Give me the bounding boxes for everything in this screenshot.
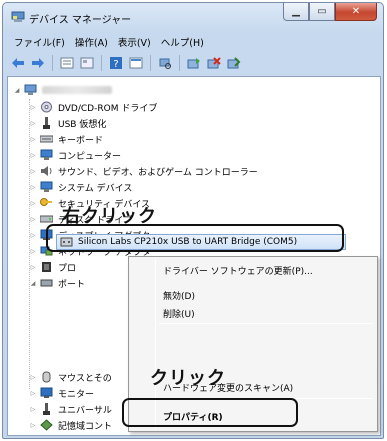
caption-buttons: ▁ ▭ ✕	[283, 3, 377, 21]
tree-item-usb-virtualization[interactable]: ▷ USB 仮想化	[29, 115, 106, 131]
expand-arrow-icon[interactable]: ▷	[29, 374, 37, 381]
expand-arrow-icon[interactable]: ▷	[29, 248, 37, 255]
click-highlight-ring	[122, 398, 298, 427]
toolbar-separator	[179, 55, 180, 71]
device-view-icon[interactable]	[127, 54, 145, 72]
usb-controller-icon	[40, 403, 53, 415]
tree-item-keyboard[interactable]: ▷ キーボード	[29, 131, 103, 147]
tree-item-usb-controllers[interactable]: ▷ ユニバーサル	[29, 401, 112, 417]
security-device-icon	[40, 197, 53, 209]
menu-item-update-driver[interactable]: ドライバー ソフトウェアの更新(P)...	[163, 264, 313, 277]
maximize-button[interactable]: ▭	[309, 3, 335, 21]
close-button[interactable]: ✕	[335, 3, 377, 21]
tree-item-label: コンピューター	[58, 151, 122, 162]
expand-arrow-icon[interactable]: ▷	[29, 184, 37, 191]
sound-icon	[40, 165, 53, 177]
disable-icon[interactable]	[225, 54, 243, 72]
tree-item-computer[interactable]: ▷ コンピューター	[29, 147, 121, 163]
minimize-button[interactable]: ▁	[283, 3, 309, 21]
tree-item-label: プロ	[58, 263, 77, 274]
menu-item-disable[interactable]: 無効(D)	[163, 289, 195, 302]
menu-file[interactable]: ファイル(F)	[9, 35, 70, 49]
tree-item-label: キーボード	[58, 135, 104, 146]
help-icon[interactable]: ?	[107, 54, 125, 72]
toolbar-separator	[150, 55, 151, 71]
expand-arrow-icon[interactable]: ▷	[29, 120, 37, 127]
window-title: デバイス マネージャー	[29, 15, 132, 26]
expand-arrow-icon[interactable]: ▷	[29, 216, 37, 223]
dvd-drive-icon	[40, 101, 53, 113]
tree-item-label: システム デバイス	[58, 183, 133, 194]
computer-name	[42, 86, 112, 94]
tree-item-monitors[interactable]: ▷ モニター	[29, 385, 94, 401]
tree-item-storage-controllers[interactable]: ▷ 記憶域コント	[29, 417, 112, 433]
monitor-icon	[40, 387, 53, 399]
expand-arrow-icon[interactable]: ▷	[29, 422, 37, 429]
mouse-icon	[40, 371, 53, 383]
show-hidden-icon[interactable]	[78, 54, 96, 72]
update-driver-icon[interactable]	[185, 54, 203, 72]
system-device-icon	[40, 181, 53, 193]
storage-controller-icon	[40, 419, 53, 431]
keyboard-icon	[39, 133, 54, 145]
tree-item-label: DVD/CD-ROM ドライブ	[58, 103, 158, 114]
expand-arrow-icon[interactable]: ▷	[29, 168, 37, 175]
tree-item-sound[interactable]: ▷ サウンド、ビデオ、およびゲーム コントローラー	[29, 163, 258, 179]
expand-arrow-icon[interactable]: ▷	[29, 200, 37, 207]
device-manager-icon	[11, 11, 25, 23]
expand-arrow-icon[interactable]: ▷	[29, 264, 37, 271]
tree-item-processors[interactable]: ▷ プロ	[29, 259, 76, 275]
computer-icon	[40, 149, 53, 161]
computer-icon	[24, 84, 37, 96]
menu-action[interactable]: 操作(A)	[70, 35, 113, 49]
right-click-highlight-ring	[46, 224, 344, 252]
expand-arrow-icon[interactable]: ▷	[29, 390, 37, 397]
tree-item-mice[interactable]: ▷ マウスとその	[29, 369, 112, 385]
usb-icon	[40, 117, 53, 129]
forward-icon[interactable]	[29, 54, 47, 72]
expand-arrow-icon[interactable]: ▷	[29, 136, 37, 143]
menu-help[interactable]: ヘルプ(H)	[156, 35, 209, 49]
title-bar[interactable]: デバイス マネージャー ▁ ▭ ✕	[3, 3, 383, 31]
expand-arrow-icon[interactable]: ▷	[29, 152, 37, 159]
collapse-arrow-icon[interactable]: ◢	[29, 280, 37, 287]
tree-item-label: マウスとその	[58, 373, 112, 384]
tree-item-label: モニター	[58, 389, 95, 400]
tree-item-label: 記憶域コント	[58, 421, 113, 432]
tree-item-label: ユニバーサル	[58, 405, 112, 416]
tree-root[interactable]: ◢	[13, 82, 112, 98]
menu-bar: ファイル(F) 操作(A) 表示(V) ヘルプ(H)	[7, 32, 381, 52]
toolbar-separator	[52, 55, 53, 71]
tree-item-system-devices[interactable]: ▷ システム デバイス	[29, 179, 132, 195]
uninstall-icon[interactable]	[205, 54, 223, 72]
tree-item-label: サウンド、ビデオ、およびゲーム コントローラー	[58, 167, 258, 178]
collapse-arrow-icon[interactable]: ◢	[13, 87, 21, 94]
context-menu-separator	[159, 323, 373, 324]
tree-item-ports[interactable]: ◢ ポート	[29, 275, 85, 291]
expand-arrow-icon[interactable]: ▷	[29, 406, 37, 413]
tree-item-label: USB 仮想化	[58, 119, 107, 130]
tree-item-dvd[interactable]: ▷ DVD/CD-ROM ドライブ	[29, 99, 157, 115]
port-icon	[40, 277, 53, 289]
toolbar-separator	[101, 55, 102, 71]
toolbar: ?	[7, 52, 381, 74]
click-callout: クリック	[150, 368, 226, 389]
tree-item-label: ポート	[58, 279, 86, 290]
expand-arrow-icon[interactable]: ▷	[29, 104, 37, 111]
svg-text:?: ?	[113, 59, 118, 69]
menu-view[interactable]: 表示(V)	[113, 35, 156, 49]
processor-icon	[40, 261, 53, 273]
expand-arrow-icon[interactable]: ▷	[29, 232, 37, 239]
scan-hardware-icon[interactable]	[156, 54, 174, 72]
back-icon[interactable]	[9, 54, 27, 72]
properties-view-icon[interactable]	[58, 54, 76, 72]
menu-item-uninstall[interactable]: 削除(U)	[163, 307, 195, 320]
